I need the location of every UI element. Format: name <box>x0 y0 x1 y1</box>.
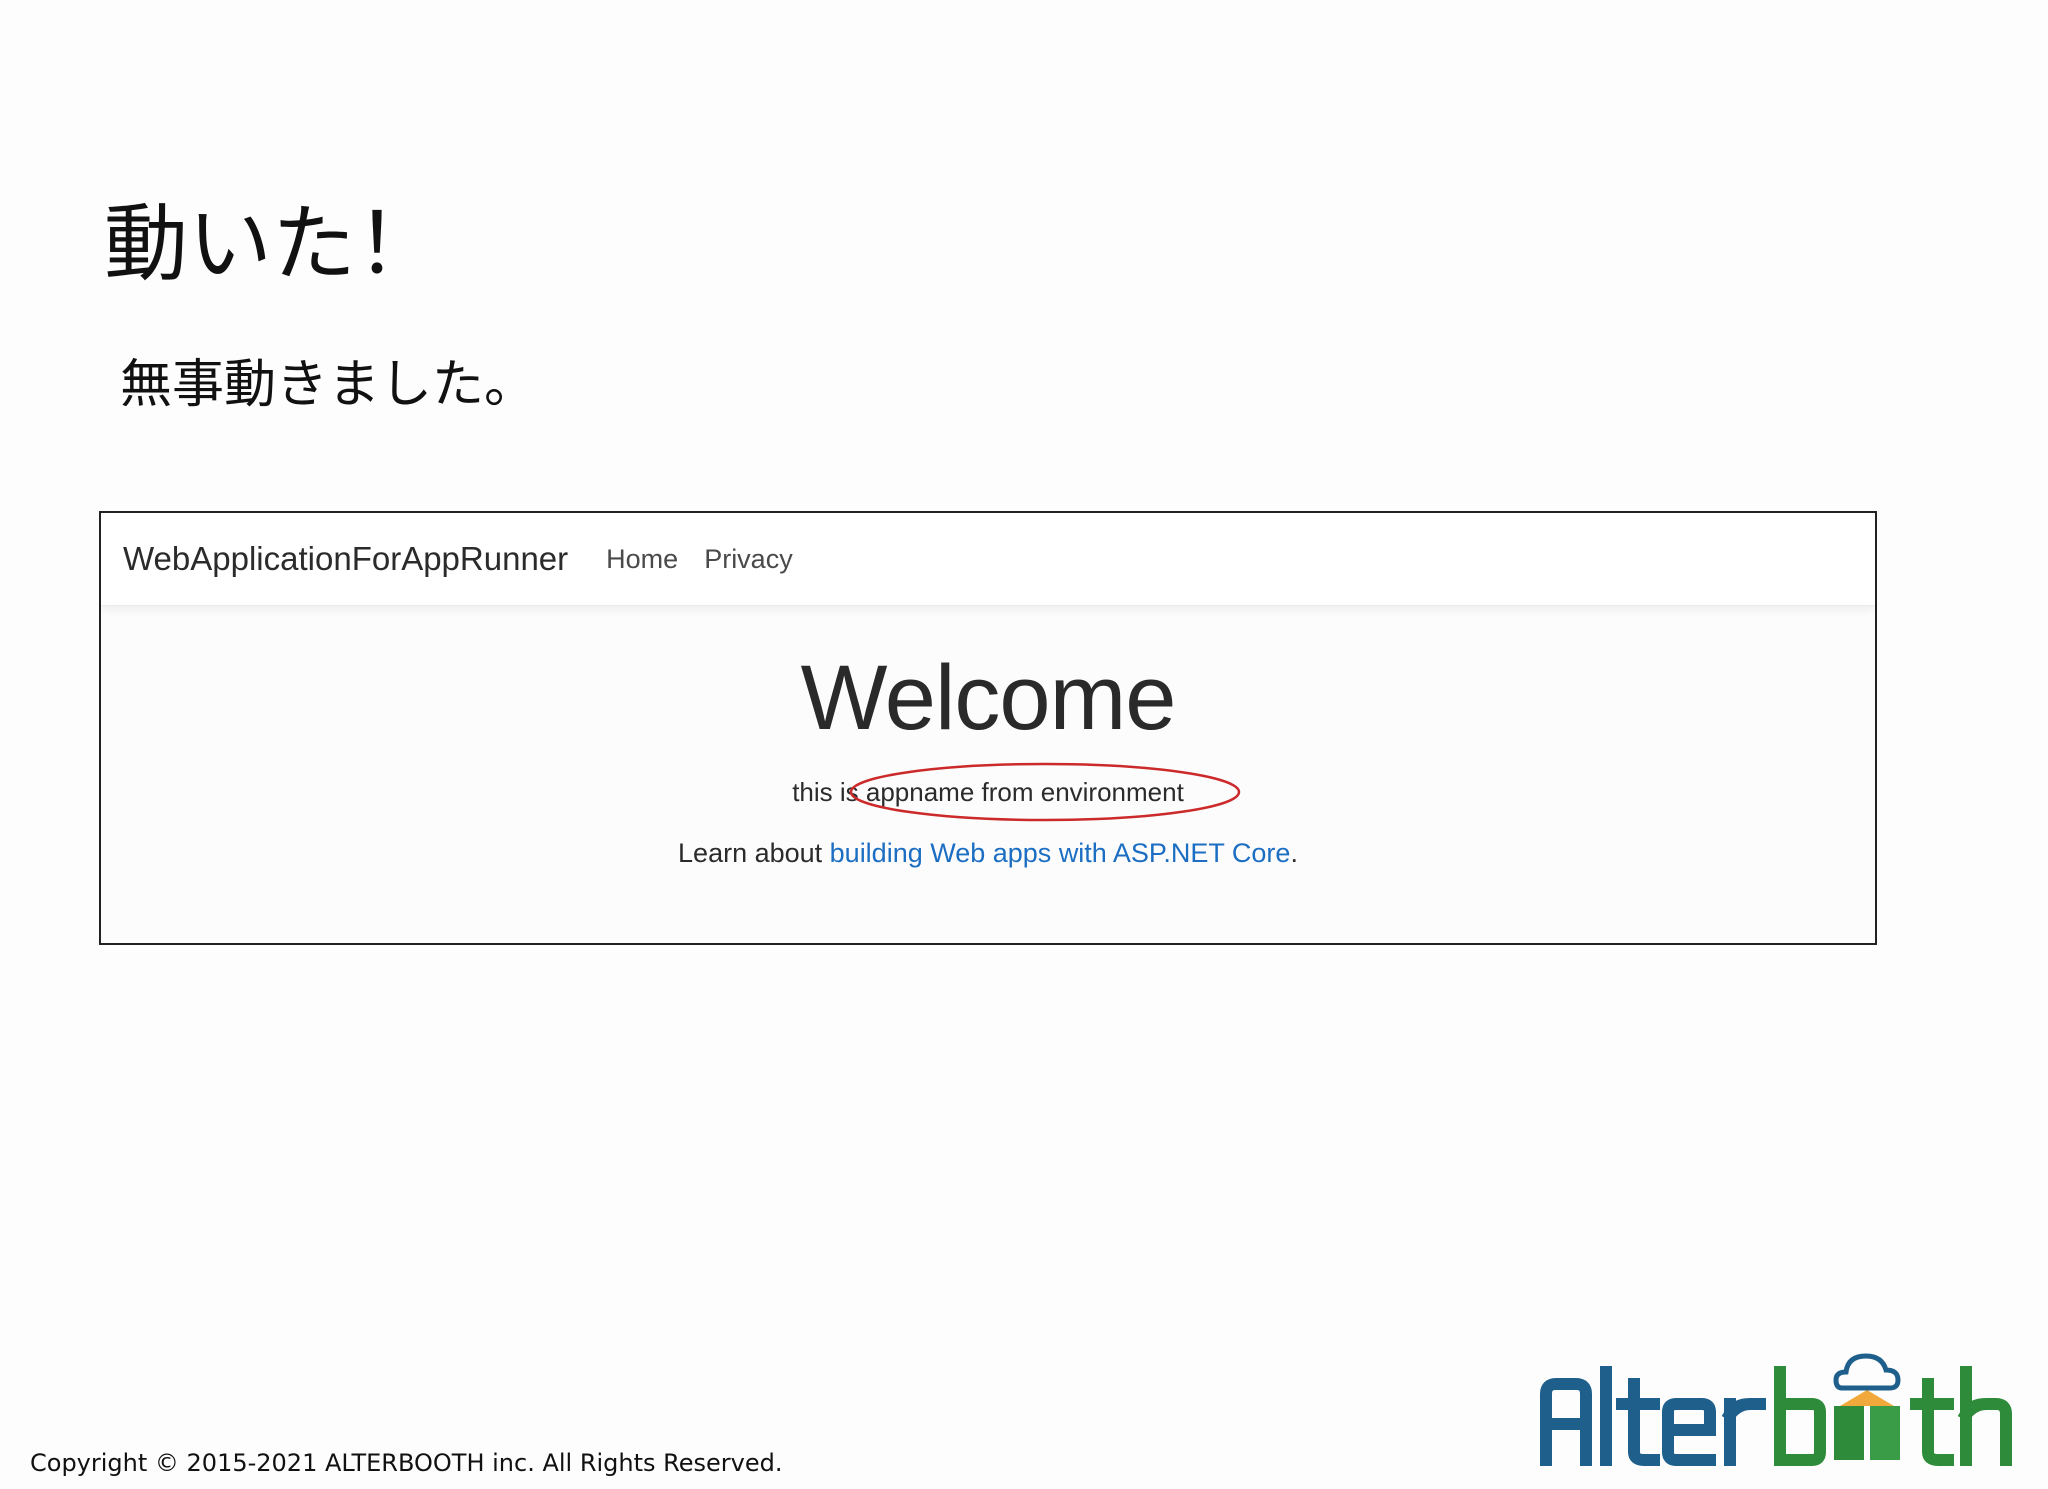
slide-subtitle: 無事動きました。 <box>120 355 537 415</box>
nav-link-privacy[interactable]: Privacy <box>704 544 793 575</box>
logo-b <box>1774 1366 1826 1466</box>
cloud-icon <box>1833 1353 1901 1391</box>
env-message: this is appname from environment <box>792 762 1241 822</box>
learn-prefix: Learn about <box>678 838 830 868</box>
nav-link-home[interactable]: Home <box>606 544 678 575</box>
app-main-content: Welcome this is appname from environment… <box>101 605 1875 871</box>
slide: 動いた！ 無事動きました。 WebApplicationForAppRunner… <box>0 0 2048 1489</box>
logo-boxes <box>1834 1390 1900 1460</box>
alterbooth-logo <box>1540 1353 2012 1466</box>
app-navbar: WebApplicationForAppRunner Home Privacy <box>101 513 1875 606</box>
app-screenshot: WebApplicationForAppRunner Home Privacy … <box>99 511 1877 945</box>
env-message-text: this is appname from environment <box>792 777 1184 807</box>
copyright-text: Copyright © 2015-2021 ALTERBOOTH inc. Al… <box>30 1449 783 1477</box>
welcome-heading: Welcome <box>800 647 1177 749</box>
learn-line: Learn about building Web apps with ASP.N… <box>101 835 1875 871</box>
logo-th <box>1910 1366 2012 1466</box>
slide-title: 動いた！ <box>104 195 441 293</box>
logo-letters <box>1540 1366 1766 1466</box>
app-brand-link[interactable]: WebApplicationForAppRunner <box>123 540 568 578</box>
aspnet-docs-link[interactable]: building Web apps with ASP.NET Core <box>830 838 1291 868</box>
learn-suffix: . <box>1290 838 1298 868</box>
